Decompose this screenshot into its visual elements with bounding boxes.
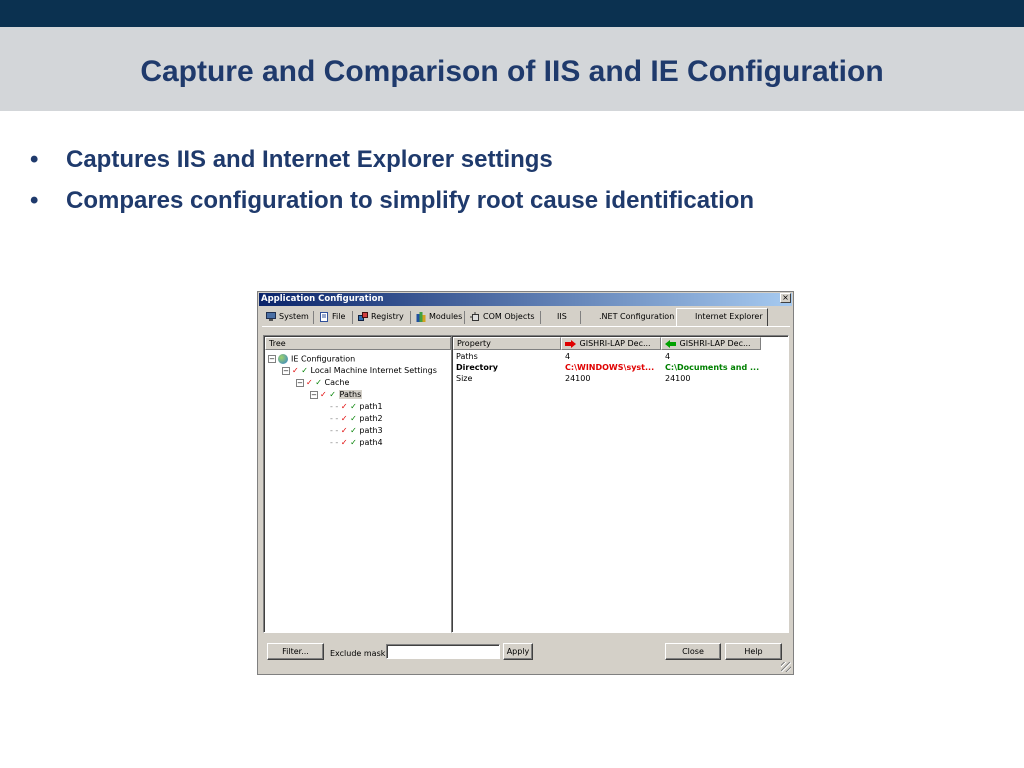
left-value: 4: [565, 352, 571, 361]
bullet-item: • Captures IIS and Internet Explorer set…: [30, 146, 990, 187]
property-name: Size: [456, 374, 473, 383]
bullet-text: Compares configuration to simplify root …: [66, 187, 755, 214]
collapse-toggle[interactable]: −: [310, 390, 318, 399]
tree-node-label: IE Configuration: [291, 354, 356, 364]
registry-icon: [358, 311, 368, 322]
tree-node-ie-configuration[interactable]: − IE Configuration: [268, 354, 355, 365]
property-name: Paths: [456, 352, 478, 361]
left-value: C:\WINDOWS\syst...: [565, 363, 655, 372]
tab-label: .NET Configuration: [599, 312, 675, 321]
tree-node-label: path4: [359, 438, 383, 447]
check-icon: ✓: [315, 378, 322, 387]
right-value: 4: [665, 352, 671, 361]
check-icon: ✓: [301, 366, 308, 375]
tab-label: File: [332, 312, 346, 321]
green-left-arrow-icon: [665, 339, 677, 348]
computer-icon: [266, 311, 276, 322]
tab-file[interactable]: File: [316, 309, 353, 326]
tree-node-label: path2: [359, 414, 383, 423]
tab-modules[interactable]: Modules: [413, 309, 465, 326]
property-row[interactable]: Directory C:\WINDOWS\syst... C:\Document…: [452, 362, 782, 373]
tab-label: COM Objects: [483, 312, 535, 321]
tab-strip: System File Registry Modules COM Objects…: [263, 308, 791, 326]
close-button[interactable]: Close: [665, 643, 721, 660]
check-icon: ✓: [340, 438, 348, 447]
tab-system[interactable]: System: [263, 309, 314, 326]
top-bar: [0, 0, 1024, 27]
tab-label: IIS: [557, 312, 567, 321]
tree-node-path4[interactable]: - - ✓ ✓ path4: [330, 438, 383, 448]
file-icon: [319, 311, 329, 322]
property-name: Directory: [456, 363, 498, 372]
tree-header[interactable]: Tree: [265, 337, 451, 350]
bullet-item: • Compares configuration to simplify roo…: [30, 187, 990, 228]
check-icon: ✓: [350, 426, 357, 435]
check-icon: ✓: [350, 414, 357, 423]
tab-label: Registry: [371, 312, 404, 321]
right-value: 24100: [665, 374, 691, 383]
column-header-label: GISHRI-LAP Dec...: [679, 339, 751, 348]
tab-label: Internet Explorer: [695, 312, 763, 321]
property-row[interactable]: Size 24100 24100: [452, 373, 782, 384]
right-value: C:\Documents and ...: [665, 363, 760, 372]
window-close-button[interactable]: ×: [780, 293, 791, 303]
tree-node-label: Paths: [338, 390, 363, 399]
help-button[interactable]: Help: [725, 643, 782, 660]
tree-node-label: path1: [359, 402, 383, 411]
tab-com-objects[interactable]: COM Objects: [467, 309, 541, 326]
bullet-list: • Captures IIS and Internet Explorer set…: [30, 146, 990, 228]
tree-node-label: Local Machine Internet Settings: [310, 366, 437, 375]
window-title: Application Configuration: [259, 293, 792, 306]
property-row[interactable]: Paths 4 4: [452, 351, 782, 362]
collapse-toggle[interactable]: −: [296, 378, 304, 387]
column-header-property[interactable]: Property: [453, 337, 561, 350]
check-icon: ✓: [306, 378, 313, 387]
application-configuration-window: Application Configuration × System File …: [257, 291, 794, 675]
filter-button[interactable]: Filter...: [267, 643, 324, 660]
column-header-right-machine[interactable]: GISHRI-LAP Dec...: [661, 337, 761, 350]
red-right-arrow-icon: [565, 339, 577, 348]
modules-icon: [416, 311, 426, 322]
exclude-mask-input[interactable]: [386, 644, 500, 659]
resize-grip[interactable]: [781, 662, 791, 672]
tree-node-local-machine-internet-settings[interactable]: − ✓ ✓ Local Machine Internet Settings: [282, 366, 437, 376]
check-icon: ✓: [350, 402, 357, 411]
tree-node-path3[interactable]: - - ✓ ✓ path3: [330, 426, 383, 436]
left-value: 24100: [565, 374, 591, 383]
tree-pane[interactable]: Tree − IE Configuration − ✓ ✓ Local Machin…: [263, 335, 453, 633]
tab-label: System: [279, 312, 309, 321]
check-icon: ✓: [340, 426, 348, 435]
collapse-toggle[interactable]: −: [282, 366, 290, 375]
bullet-dot: •: [30, 146, 39, 173]
check-icon: ✓: [292, 366, 299, 375]
tree-node-path2[interactable]: - - ✓ ✓ path2: [330, 414, 383, 424]
tree-node-path1[interactable]: - - ✓ ✓ path1: [330, 402, 383, 412]
tab-registry[interactable]: Registry: [355, 309, 411, 326]
slide-title: Capture and Comparison of IIS and IE Con…: [140, 55, 884, 88]
tab-internet-explorer[interactable]: Internet Explorer: [676, 308, 768, 326]
property-list-pane[interactable]: Property GISHRI-LAP Dec... GISHRI-LAP De…: [451, 335, 789, 633]
check-icon: ✓: [340, 402, 348, 411]
check-icon: ✓: [329, 390, 336, 399]
com-objects-icon: [470, 311, 480, 322]
bullet-text: Captures IIS and Internet Explorer setti…: [66, 146, 553, 173]
check-icon: ✓: [350, 438, 357, 447]
collapse-toggle[interactable]: −: [268, 355, 276, 363]
apply-button[interactable]: Apply: [503, 643, 533, 660]
globe-icon: [278, 354, 288, 364]
bullet-dot: •: [30, 187, 39, 214]
tree-node-cache[interactable]: − ✓ ✓ Cache: [296, 378, 349, 388]
exclude-mask-label: Exclude mask:: [330, 649, 389, 658]
tab-label: Modules: [429, 312, 463, 321]
column-header-label: GISHRI-LAP Dec...: [579, 339, 651, 348]
column-header-left-machine[interactable]: GISHRI-LAP Dec...: [561, 337, 661, 350]
tab-iis[interactable]: IIS: [543, 309, 581, 326]
tab-net-configuration[interactable]: .NET Configuration: [583, 309, 675, 326]
tree-node-paths[interactable]: − ✓ ✓ Paths: [310, 390, 363, 400]
check-icon: ✓: [340, 414, 348, 423]
check-icon: ✓: [320, 390, 327, 399]
tree-node-label: Cache: [324, 378, 350, 387]
tree-node-label: path3: [359, 426, 383, 435]
